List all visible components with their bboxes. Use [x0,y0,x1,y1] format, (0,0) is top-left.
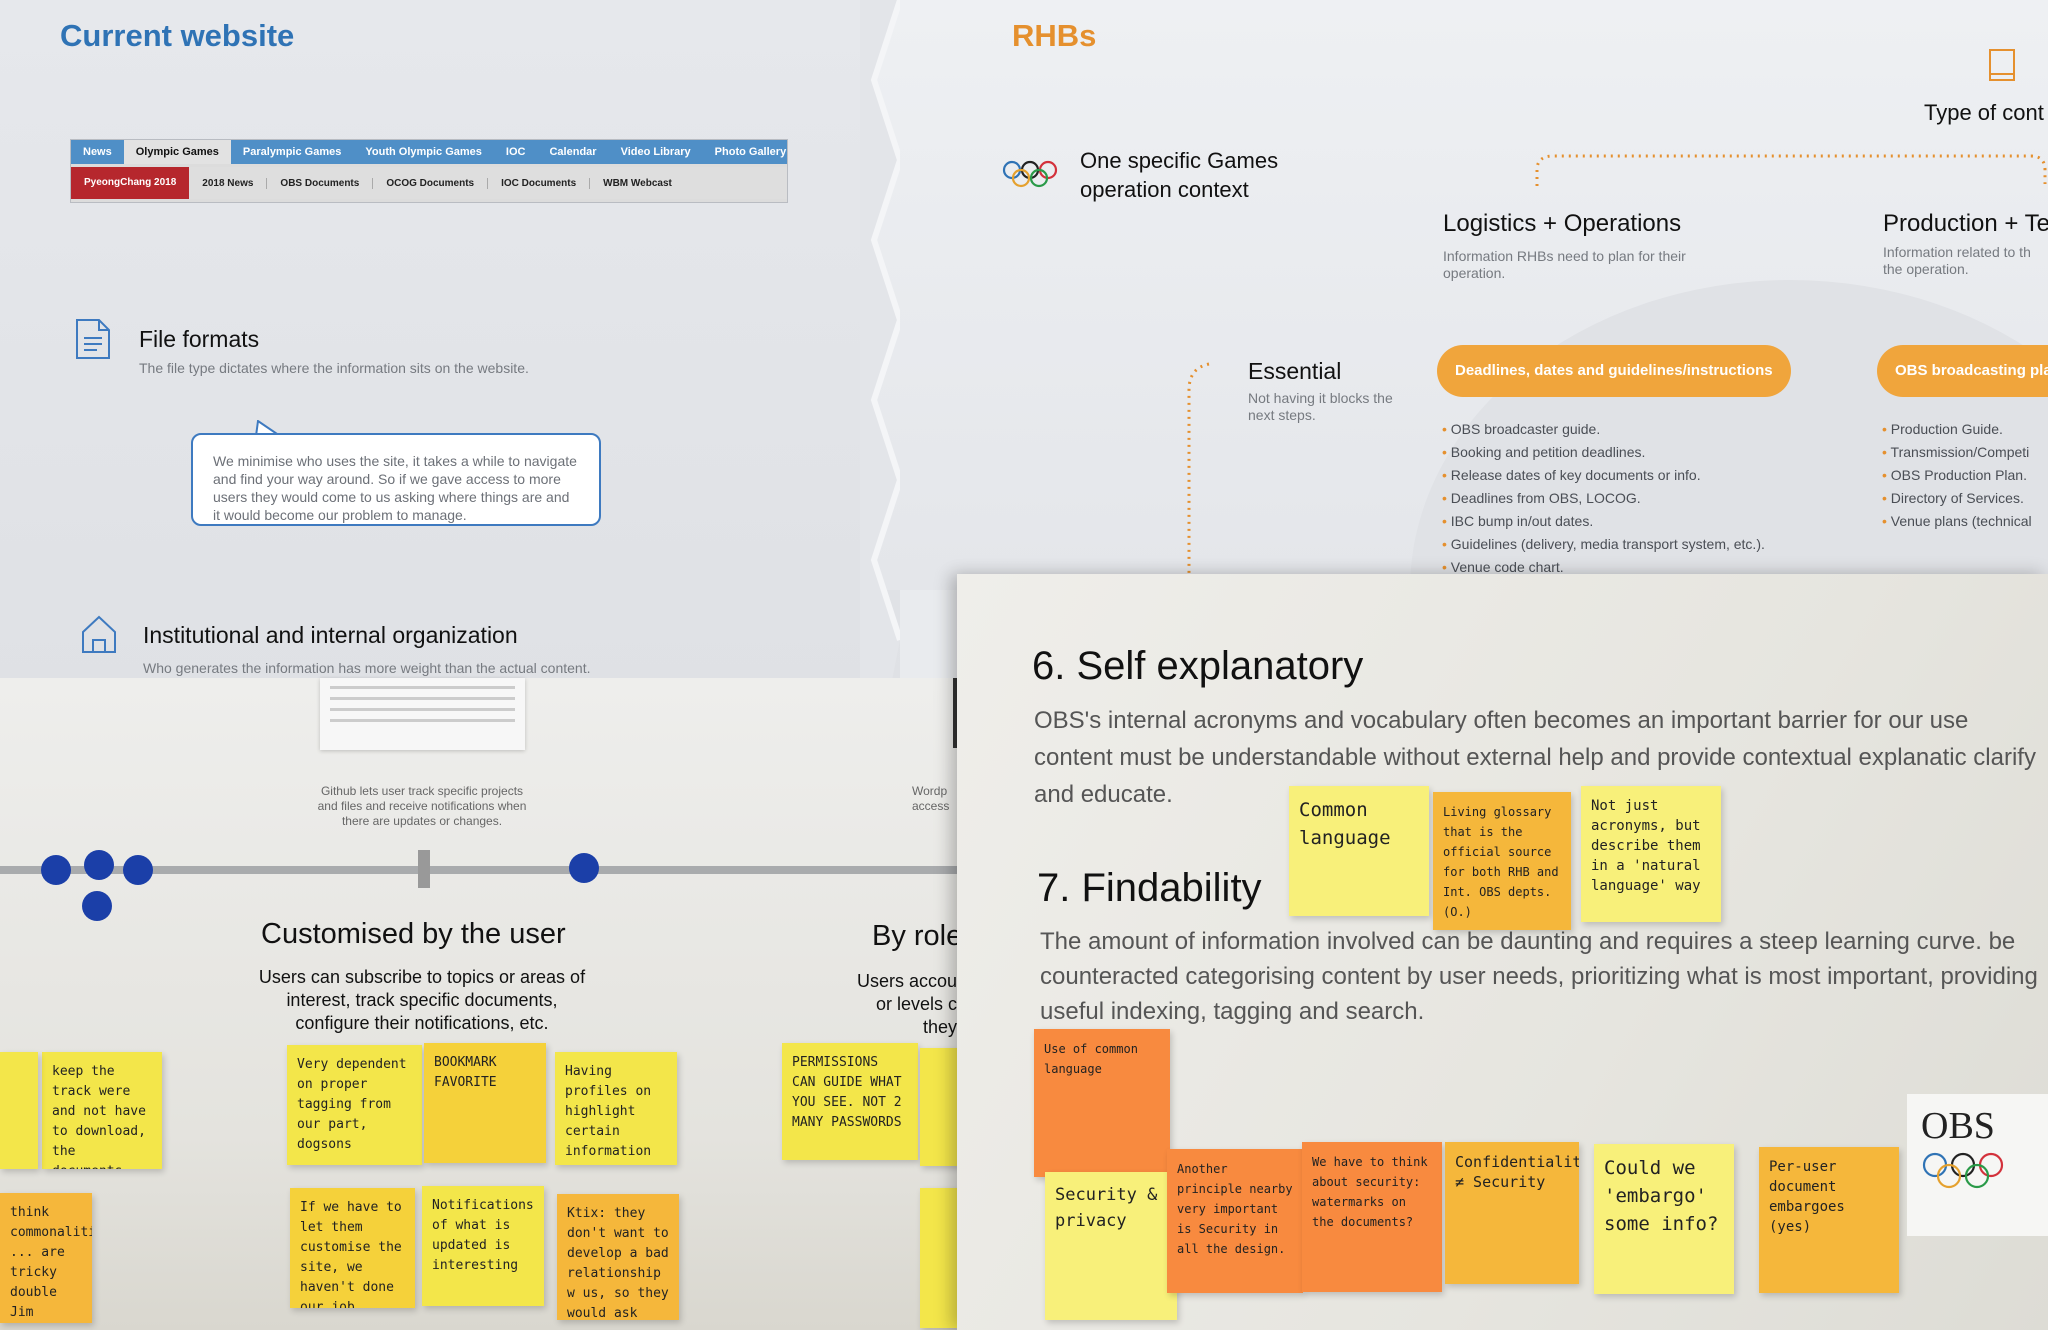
principle-7-text: The amount of information involved can b… [1040,928,2038,1025]
institutional-desc: Who generates the information has more w… [143,660,591,676]
sticky-note: If we have to let them customise the sit… [290,1188,415,1308]
sticky-note [0,1052,38,1169]
list-item: IBC bump in/out dates. [1442,510,1765,533]
website-nav-bar: News Olympic Games Paralympic Games Yout… [70,139,788,203]
file-formats-desc: The file type dictates where the informa… [139,360,529,376]
games-context-label: One specific Games operation context [1080,148,1279,202]
sticky-note: Common language [1289,786,1429,916]
list-item: OBS broadcaster guide. [1442,418,1765,441]
timeline-marker [418,850,430,888]
customised-title: Customised by the user [261,918,566,950]
sticky-note: Per-user document embargoes (yes) [1759,1147,1899,1293]
sticky-note: Security & privacy [1045,1172,1177,1320]
essential-desc: Not having it blocks the next steps. [1248,390,1393,423]
sticky-note: Very dependent on proper tagging from ou… [287,1045,422,1165]
by-role-desc: Users accou or levels c they [856,971,957,1037]
document-icon [76,319,110,359]
zigzag-divider [860,0,900,690]
list-item: Production Guide. [1882,418,2032,441]
sticky-note: BOOKMARK FAVORITE [424,1043,546,1163]
timeline-dot [569,853,599,883]
connector-dots [1535,154,2047,186]
essential-title: Essential [1248,358,1342,384]
nav-item-paralympic-games[interactable]: Paralympic Games [231,140,353,164]
production-title: Production + Te [1883,210,2048,237]
sticky-note: Living glossary that is the official sou… [1433,792,1571,930]
nav-sub-2018-news[interactable]: 2018 News [189,177,268,189]
rhbs-panel: RHBs Type of cont One specific Games ope… [860,0,2048,600]
sticky-note: Ktix: they don't want to develop a bad r… [557,1194,679,1320]
deadlines-pill: Deadlines, dates and guidelines/instruct… [1437,345,1791,397]
home-icon [82,615,116,653]
timeline-dot [84,850,114,880]
nav-item-calendar[interactable]: Calendar [537,140,608,164]
nav-sub-wbm-webcast[interactable]: WBM Webcast [590,178,685,189]
sticky-note: think commonalities ... are tricky doubl… [0,1193,92,1323]
github-screenshot [320,678,525,750]
nav-sub-ocog-documents[interactable]: OCOG Documents [373,177,489,189]
olympic-rings-icon [1002,160,1058,188]
nav-item-video-library[interactable]: Video Library [609,140,703,164]
institutional-title: Institutional and internal organization [143,622,518,648]
current-website-panel: Current website News Olympic Games Paral… [0,0,900,690]
essential-connector [1187,362,1210,590]
by-role-title: By role [872,920,963,952]
sticky-note: Use of common language [1034,1029,1170,1177]
timeline-dot [123,855,153,885]
rhbs-heading: RHBs [1012,18,1097,53]
file-formats-title: File formats [139,326,260,352]
sticky-note: Confidentiality ≠ Security [1445,1142,1579,1284]
sticky-note: Having profiles on highlight certain inf… [555,1052,677,1165]
obs-logo: OBS [1921,1105,1995,1147]
sticky-note: PERMISSIONS CAN GUIDE WHAT YOU SEE. NOT … [782,1043,918,1160]
list-item: Release dates of key documents or info. [1442,464,1765,487]
list-item: Booking and petition deadlines. [1442,441,1765,464]
nav-item-ioc[interactable]: IOC [494,140,538,164]
sticky-note: Could we 'embargo' some info? [1594,1144,1734,1294]
type-of-content-label: Type of cont [1924,100,2044,125]
timeline-dot [82,891,112,921]
customised-desc: Users can subscribe to topics or areas o… [258,967,586,1033]
sticky-note: keep the track were and not have to down… [42,1052,162,1169]
nav-item-olympic-games[interactable]: Olympic Games [123,140,231,164]
timeline-dot [41,855,71,885]
whiteboard-photo-left: Github lets user track specific projects… [0,678,963,1330]
nav-secondary: PyeongChang 2018 2018 News OBS Documents… [71,167,787,199]
production-list: Production Guide. Transmission/Competi O… [1882,418,2032,533]
sticky-note [920,1188,960,1328]
sticky-note: Notifications of what is updated is inte… [422,1186,544,1306]
logistics-list: OBS broadcaster guide. Booking and petit… [1442,418,1765,579]
list-item: Guidelines (delivery, media transport sy… [1442,533,1765,556]
sticky-note: Another principle nearby very important … [1167,1149,1303,1293]
principle-7-title: 7. Findability [1037,866,1262,910]
logistics-desc: Information RHBs need to plan for their … [1443,248,1686,281]
list-item: Venue plans (technical [1882,510,2032,533]
sticky-note: Not just acronyms, but describe them in … [1581,786,1721,922]
list-item: OBS Production Plan. [1882,464,2032,487]
production-desc: Information related to th the operation. [1883,244,2031,277]
nav-item-news[interactable]: News [71,140,124,164]
nav-sub-pyeongchang[interactable]: PyeongChang 2018 [71,167,190,199]
logistics-title: Logistics + Operations [1443,210,1682,237]
olympic-rings-logo [1922,1152,2004,1189]
book-icon [1989,49,2015,81]
whiteboard-photo-right: 6. Self explanatory OBS's internal acron… [957,574,2048,1330]
github-caption: Github lets user track specific projects… [317,784,527,828]
wordpress-caption: Wordp access [912,784,950,813]
nav-item-photo-gallery[interactable]: Photo Gallery [703,140,799,164]
nav-sub-obs-documents[interactable]: OBS Documents [267,177,374,189]
nav-sub-ioc-documents[interactable]: IOC Documents [488,177,591,189]
principle-6-title: 6. Self explanatory [1032,644,1364,688]
broadcasting-plan-pill: OBS broadcasting pla [1877,345,2048,397]
list-item: Directory of Services. [1882,487,2032,510]
sticky-note: We have to think about security: waterma… [1302,1142,1442,1292]
current-website-heading: Current website [60,18,295,53]
nav-item-youth-olympic-games[interactable]: Youth Olympic Games [353,140,494,164]
sticky-note [920,1048,960,1166]
nav-primary: News Olympic Games Paralympic Games Yout… [71,140,787,164]
quote-bubble: We minimise who uses the site, it takes … [191,433,601,526]
list-item: Deadlines from OBS, LOCOG. [1442,487,1765,510]
list-item: Transmission/Competi [1882,441,2032,464]
